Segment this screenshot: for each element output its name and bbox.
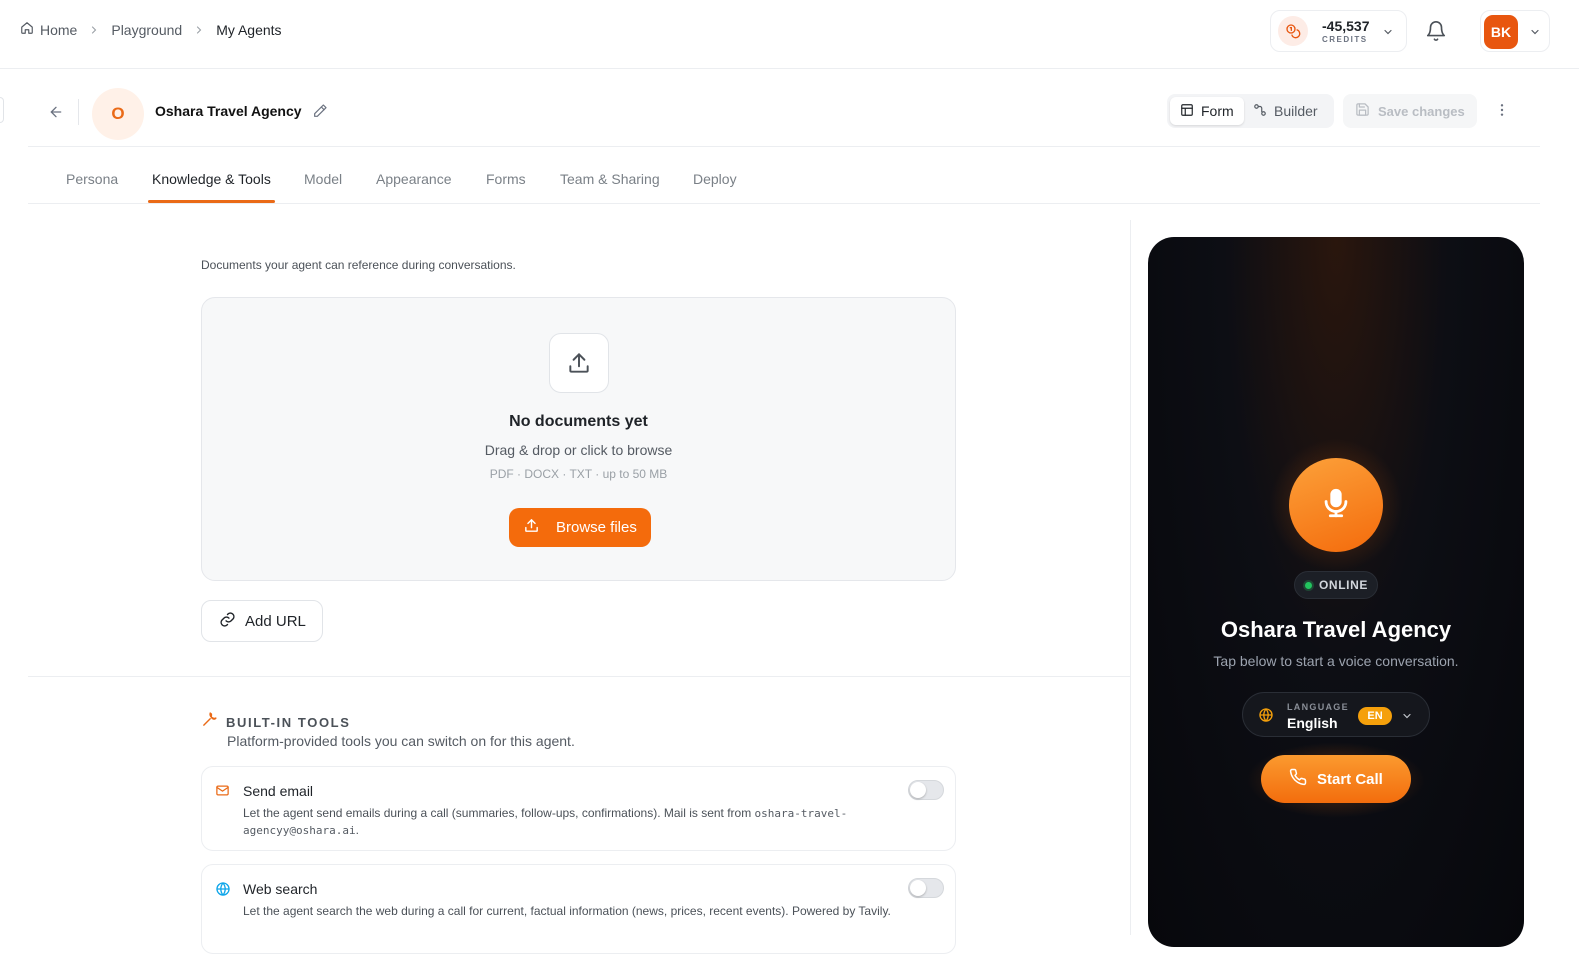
credits-value: -45,537 <box>1322 17 1370 34</box>
toggle-knob <box>910 782 926 798</box>
preview-subtitle: Tap below to start a voice conversation. <box>1213 653 1459 669</box>
breadcrumb-playground[interactable]: Playground <box>111 22 182 38</box>
credits-label: CREDITS <box>1322 34 1368 44</box>
send-email-toggle[interactable] <box>908 780 944 800</box>
tab-deploy[interactable]: Deploy <box>693 171 737 187</box>
save-icon <box>1355 102 1370 120</box>
builder-mode-button[interactable]: Builder <box>1253 97 1318 125</box>
language-selector[interactable]: LANGUAGE English EN <box>1242 692 1430 737</box>
builder-mode-label: Builder <box>1274 103 1318 119</box>
tab-model[interactable]: Model <box>304 171 342 187</box>
user-menu[interactable]: BK <box>1480 10 1550 52</box>
save-changes-label: Save changes <box>1378 103 1465 119</box>
online-dot <box>1305 581 1312 589</box>
tool-card-send-email: Send email Let the agent send emails dur… <box>201 766 956 851</box>
browse-files-label: Browse files <box>556 519 637 536</box>
pencil-icon[interactable] <box>312 103 328 124</box>
status-badge: ONLINE <box>1294 571 1378 599</box>
mail-icon <box>215 783 230 803</box>
chevron-right-icon <box>88 24 100 36</box>
preview-agent-name: Oshara Travel Agency <box>1220 617 1452 642</box>
globe-icon <box>1258 707 1274 728</box>
tab-persona[interactable]: Persona <box>66 171 118 187</box>
built-in-tools-header: BUILT-IN TOOLS <box>201 711 350 733</box>
upload-icon <box>523 517 540 538</box>
avatar: BK <box>1484 15 1518 49</box>
start-call-label: Start Call <box>1317 770 1383 788</box>
phone-icon <box>1289 768 1307 790</box>
file-formats: PDF · DOCX · TXT · up to 50 MB <box>489 467 668 481</box>
start-call-button[interactable]: Start Call <box>1261 755 1411 803</box>
built-in-tools-subtitle: Platform-provided tools you can switch o… <box>227 733 575 749</box>
tool-description-text: Let the agent send emails during a call … <box>243 806 755 820</box>
tool-card-web-search: Web search Let the agent search the web … <box>201 864 956 954</box>
divider <box>28 676 1130 677</box>
toggle-knob <box>910 880 926 896</box>
tool-description: Let the agent send emails during a call … <box>243 805 903 839</box>
web-search-toggle[interactable] <box>908 878 944 898</box>
bell-icon[interactable] <box>1425 20 1447 47</box>
arrow-left-icon[interactable] <box>48 104 64 125</box>
tool-description: Let the agent search the web during a ca… <box>243 904 891 918</box>
divider <box>78 99 79 125</box>
form-mode-button[interactable]: Form <box>1170 97 1244 125</box>
add-url-label: Add URL <box>245 612 306 630</box>
language-value: English <box>1287 715 1338 731</box>
language-label: LANGUAGE <box>1287 702 1349 712</box>
browse-files-button[interactable]: Browse files <box>509 508 651 547</box>
agent-header: O Oshara Travel Agency Form Builder Save… <box>28 85 1540 147</box>
chevron-down-icon <box>1529 25 1541 43</box>
home-icon <box>20 21 34 38</box>
breadcrumb-home-label: Home <box>40 21 78 38</box>
agent-avatar: O <box>92 88 144 140</box>
more-vertical-icon[interactable] <box>1494 102 1510 123</box>
tab-forms[interactable]: Forms <box>486 171 526 187</box>
tab-knowledge-tools[interactable]: Knowledge & Tools <box>152 171 271 187</box>
tool-name: Send email <box>243 783 314 799</box>
tool-description-end: . <box>355 823 359 837</box>
tab-bar: Persona Knowledge & Tools Model Appearan… <box>28 156 1540 204</box>
microphone-icon <box>1319 486 1353 525</box>
form-mode-label: Form <box>1201 103 1234 119</box>
document-dropzone[interactable]: No documents yet Drag & drop or click to… <box>201 297 956 581</box>
microphone-button[interactable] <box>1289 458 1383 552</box>
status-label: ONLINE <box>1319 578 1368 592</box>
tool-name: Web search <box>243 881 318 897</box>
chevron-down-icon <box>1401 709 1413 727</box>
breadcrumb-home[interactable]: Home <box>20 21 77 38</box>
mode-toggle: Form Builder <box>1167 94 1334 128</box>
add-url-button[interactable]: Add URL <box>201 600 323 642</box>
empty-subtitle: Drag & drop or click to browse <box>484 442 673 458</box>
coins-icon <box>1278 16 1308 46</box>
language-code-badge: EN <box>1358 707 1392 725</box>
layout-icon <box>1180 103 1194 120</box>
agent-name: Oshara Travel Agency <box>155 103 302 119</box>
top-bar: Home Playground My Agents -45,537 CREDIT… <box>0 0 1579 69</box>
tab-appearance[interactable]: Appearance <box>376 171 452 187</box>
save-changes-button[interactable]: Save changes <box>1343 94 1477 128</box>
globe-icon <box>215 881 231 902</box>
tab-team-sharing[interactable]: Team & Sharing <box>560 171 660 187</box>
upload-icon <box>549 333 609 393</box>
divider <box>1130 220 1131 935</box>
documents-description: Documents your agent can reference durin… <box>201 258 516 272</box>
link-icon <box>219 611 236 632</box>
credits-widget[interactable]: -45,537 CREDITS <box>1270 10 1407 52</box>
chevron-right-icon <box>193 24 205 36</box>
sidebar-collapse-handle[interactable] <box>0 97 4 123</box>
active-tab-indicator <box>148 200 275 203</box>
nodes-icon <box>1253 103 1267 120</box>
voice-preview-panel: ONLINE Oshara Travel Agency Tap below to… <box>1148 237 1524 947</box>
built-in-tools-title: BUILT-IN TOOLS <box>226 714 351 730</box>
chevron-down-icon <box>1382 25 1394 43</box>
wrench-icon <box>201 711 218 733</box>
breadcrumb-current: My Agents <box>216 21 282 38</box>
empty-title: No documents yet <box>509 413 648 430</box>
breadcrumb: Home Playground My Agents <box>20 21 282 38</box>
